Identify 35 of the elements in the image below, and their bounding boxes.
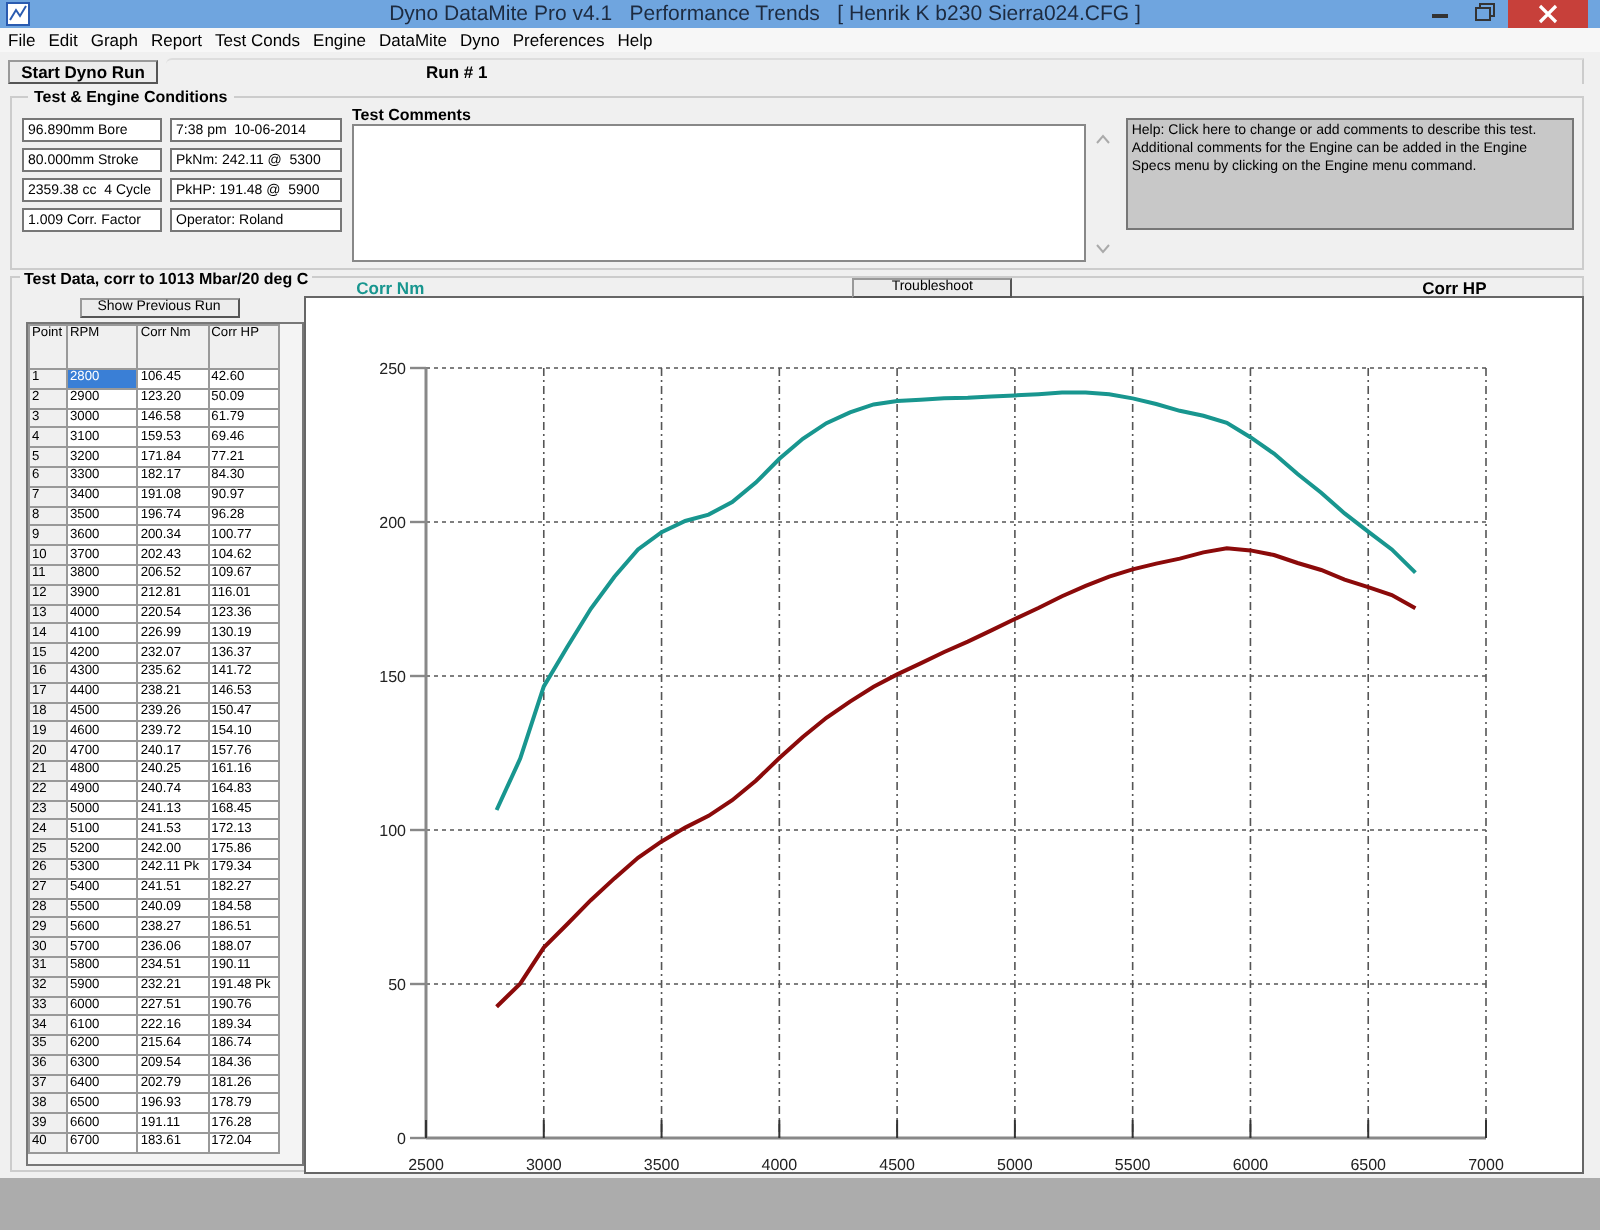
- axis-label: 5500: [1114, 1156, 1151, 1172]
- menu-item[interactable]: Test Conds: [213, 30, 310, 50]
- comments-label: Test Comments: [352, 106, 473, 124]
- axis-label: 3000: [526, 1156, 562, 1172]
- window-title: Dyno DataMite Pro v4.1 Performance Trends [ Henrik K b230 Sierra024.CFG ]: [387, 2, 1143, 26]
- menu-item[interactable]: Engine: [311, 30, 375, 50]
- axis-label: 6500: [1350, 1156, 1386, 1172]
- axis-label: 250: [379, 360, 406, 378]
- close-icon[interactable]: [1508, 0, 1588, 28]
- axis-label: 2500: [408, 1156, 444, 1172]
- legend-label: Corr Nm: [356, 278, 427, 298]
- group-title: Test & Engine Conditions: [28, 88, 234, 106]
- menu-item[interactable]: DataMite: [377, 30, 457, 50]
- axis-label: 0: [397, 1130, 406, 1148]
- menu-item[interactable]: Help: [615, 30, 662, 50]
- legend-label: Corr HP: [1422, 278, 1487, 298]
- axis-label: 50: [388, 976, 406, 994]
- menu-item[interactable]: Preferences: [510, 30, 614, 50]
- axis-label: 200: [379, 514, 406, 532]
- axis-label: 6000: [1232, 1156, 1269, 1172]
- menu-item[interactable]: Report: [148, 30, 211, 50]
- group-title: Test Data, corr to 1013 Mbar/20 deg C: [20, 270, 313, 290]
- axis-label: 100: [379, 822, 406, 840]
- axis-label: 4000: [761, 1156, 798, 1172]
- menu-item[interactable]: Graph: [88, 30, 147, 50]
- axis-label: 3500: [643, 1156, 680, 1172]
- start-run-button[interactable]: Start Dyno Run: [8, 60, 158, 84]
- menu-item[interactable]: File: [6, 30, 45, 50]
- run-tab[interactable]: Run # 1: [166, 58, 1584, 84]
- menu-item[interactable]: Edit: [46, 30, 87, 50]
- axis-label: 4500: [879, 1156, 915, 1172]
- menu-item[interactable]: Dyno: [458, 30, 509, 50]
- axis-label: 5000: [997, 1156, 1033, 1172]
- axis-label: 7000: [1468, 1156, 1504, 1172]
- axis-label: 150: [379, 668, 406, 686]
